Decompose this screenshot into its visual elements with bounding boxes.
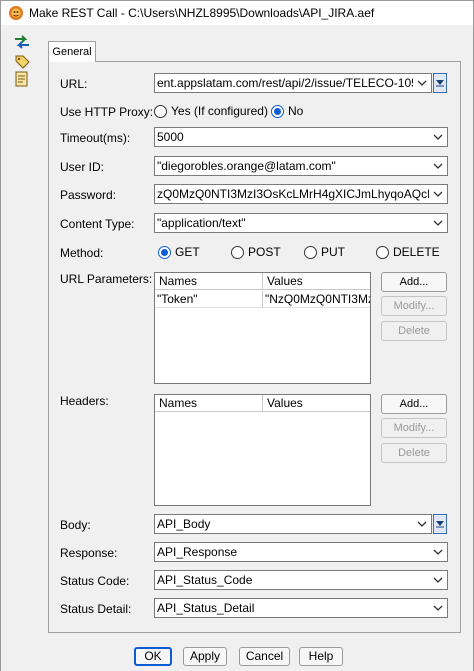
chevron-down-icon[interactable]	[433, 548, 443, 556]
headers-label: Headers:	[60, 394, 109, 408]
column-header-values[interactable]: Values	[263, 395, 370, 411]
proxy-no-label: No	[288, 104, 304, 118]
headers-delete-button[interactable]: Delete	[381, 443, 447, 463]
title-bar: Make REST Call - C:\Users\NHZL8995\Downl…	[1, 1, 473, 25]
table-cell-name: "Token"	[155, 291, 263, 308]
content-type-value: "application/text"	[157, 216, 246, 230]
response-label: Response:	[60, 546, 118, 560]
status-code-input[interactable]: API_Status_Code	[154, 570, 448, 590]
method-get-label: GET	[175, 245, 200, 259]
dropdown-arrow-icon	[436, 80, 444, 87]
password-label: Password:	[60, 188, 117, 202]
body-expression-button[interactable]	[433, 514, 447, 534]
method-post-radio[interactable]: POST	[231, 245, 281, 259]
body-input[interactable]: API_Body	[154, 514, 432, 534]
status-code-label: Status Code:	[60, 574, 130, 588]
url-params-delete-button[interactable]: Delete	[381, 321, 447, 341]
chevron-down-icon[interactable]	[433, 190, 443, 198]
app-icon	[9, 6, 23, 20]
method-label: Method:	[60, 246, 104, 260]
radio-circle-selected	[158, 245, 171, 259]
headers-add-button[interactable]: Add...	[381, 394, 447, 414]
url-value: ent.appslatam.com/rest/api/2/issue/TELEC…	[157, 76, 413, 90]
url-label: URL:	[60, 77, 88, 91]
url-params-modify-button[interactable]: Modify...	[381, 296, 447, 316]
password-input[interactable]: zQ0MzQ0NTI3MzI3OsKcLMrH4gXICJmLhyqoAQcRB…	[154, 184, 448, 204]
response-value: API_Response	[157, 545, 238, 559]
method-post-label: POST	[248, 245, 281, 259]
method-put-label: PUT	[321, 245, 345, 259]
proxy-no-radio[interactable]: No	[271, 104, 303, 118]
method-get-radio[interactable]: GET	[158, 245, 200, 259]
chevron-down-icon[interactable]	[433, 133, 443, 141]
chevron-down-icon[interactable]	[433, 576, 443, 584]
column-header-names[interactable]: Names	[155, 395, 263, 411]
body-value: API_Body	[157, 517, 211, 531]
ok-button[interactable]: OK	[134, 647, 172, 666]
tab-general[interactable]: General	[48, 41, 96, 62]
dropdown-arrow-icon	[436, 521, 444, 528]
radio-circle	[154, 104, 167, 118]
chevron-down-icon[interactable]	[417, 79, 427, 87]
status-detail-label: Status Detail:	[60, 602, 132, 616]
url-expression-button[interactable]	[433, 73, 447, 93]
timeout-input[interactable]: 5000	[154, 127, 448, 147]
response-input[interactable]: API_Response	[154, 542, 448, 562]
method-delete-label: DELETE	[393, 245, 440, 259]
tag-icon[interactable]	[13, 53, 31, 69]
chevron-down-icon[interactable]	[417, 520, 427, 528]
radio-circle	[304, 245, 317, 259]
url-params-label: URL Parameters:	[60, 272, 153, 286]
proxy-yes-radio[interactable]: Yes (If configured)	[154, 104, 268, 118]
content-type-input[interactable]: "application/text"	[154, 213, 448, 233]
help-button[interactable]: Help	[299, 647, 343, 666]
document-icon[interactable]	[13, 71, 31, 87]
chevron-down-icon[interactable]	[433, 604, 443, 612]
proxy-yes-label: Yes (If configured)	[171, 104, 268, 118]
body-label: Body:	[60, 518, 91, 532]
userid-input[interactable]: "diegorobles.orange@latam.com"	[154, 156, 448, 176]
column-header-names[interactable]: Names	[155, 273, 263, 289]
table-cell-value: "NzQ0MzQ0NTI3MzI...	[263, 291, 370, 308]
url-input[interactable]: ent.appslatam.com/rest/api/2/issue/TELEC…	[154, 73, 432, 93]
chevron-down-icon[interactable]	[433, 162, 443, 170]
status-code-value: API_Status_Code	[157, 573, 253, 587]
table-header: Names Values	[155, 273, 370, 290]
radio-circle-selected	[271, 104, 284, 118]
proxy-label: Use HTTP Proxy:	[60, 105, 154, 119]
window-title: Make REST Call - C:\Users\NHZL8995\Downl…	[29, 6, 375, 20]
column-header-values[interactable]: Values	[263, 273, 370, 289]
password-value: zQ0MzQ0NTI3MzI3OsKcLMrH4gXICJmLhyqoAQcRB…	[157, 187, 429, 201]
headers-table[interactable]: Names Values	[154, 394, 371, 506]
headers-modify-button[interactable]: Modify...	[381, 418, 447, 438]
apply-button[interactable]: Apply	[183, 647, 227, 666]
timeout-label: Timeout(ms):	[60, 131, 131, 145]
dialog-footer: OK Apply Cancel Help	[1, 641, 473, 671]
userid-value: "diegorobles.orange@latam.com"	[157, 159, 336, 173]
url-params-table[interactable]: Names Values "Token" "NzQ0MzQ0NTI3MzI...	[154, 272, 371, 384]
chevron-down-icon[interactable]	[433, 219, 443, 227]
radio-circle	[231, 245, 244, 259]
status-detail-input[interactable]: API_Status_Detail	[154, 598, 448, 618]
status-detail-value: API_Status_Detail	[157, 601, 255, 615]
make-rest-call-window: Make REST Call - C:\Users\NHZL8995\Downl…	[0, 0, 474, 671]
variable-arrows-icon[interactable]	[13, 34, 31, 50]
timeout-value: 5000	[157, 130, 184, 144]
table-header: Names Values	[155, 395, 370, 412]
cancel-button[interactable]: Cancel	[239, 647, 290, 666]
userid-label: User ID:	[60, 160, 105, 174]
table-row[interactable]: "Token" "NzQ0MzQ0NTI3MzI...	[155, 291, 370, 308]
content-type-label: Content Type:	[60, 217, 135, 231]
method-delete-radio[interactable]: DELETE	[376, 245, 440, 259]
radio-circle	[376, 245, 389, 259]
url-params-add-button[interactable]: Add...	[381, 272, 447, 292]
method-put-radio[interactable]: PUT	[304, 245, 345, 259]
